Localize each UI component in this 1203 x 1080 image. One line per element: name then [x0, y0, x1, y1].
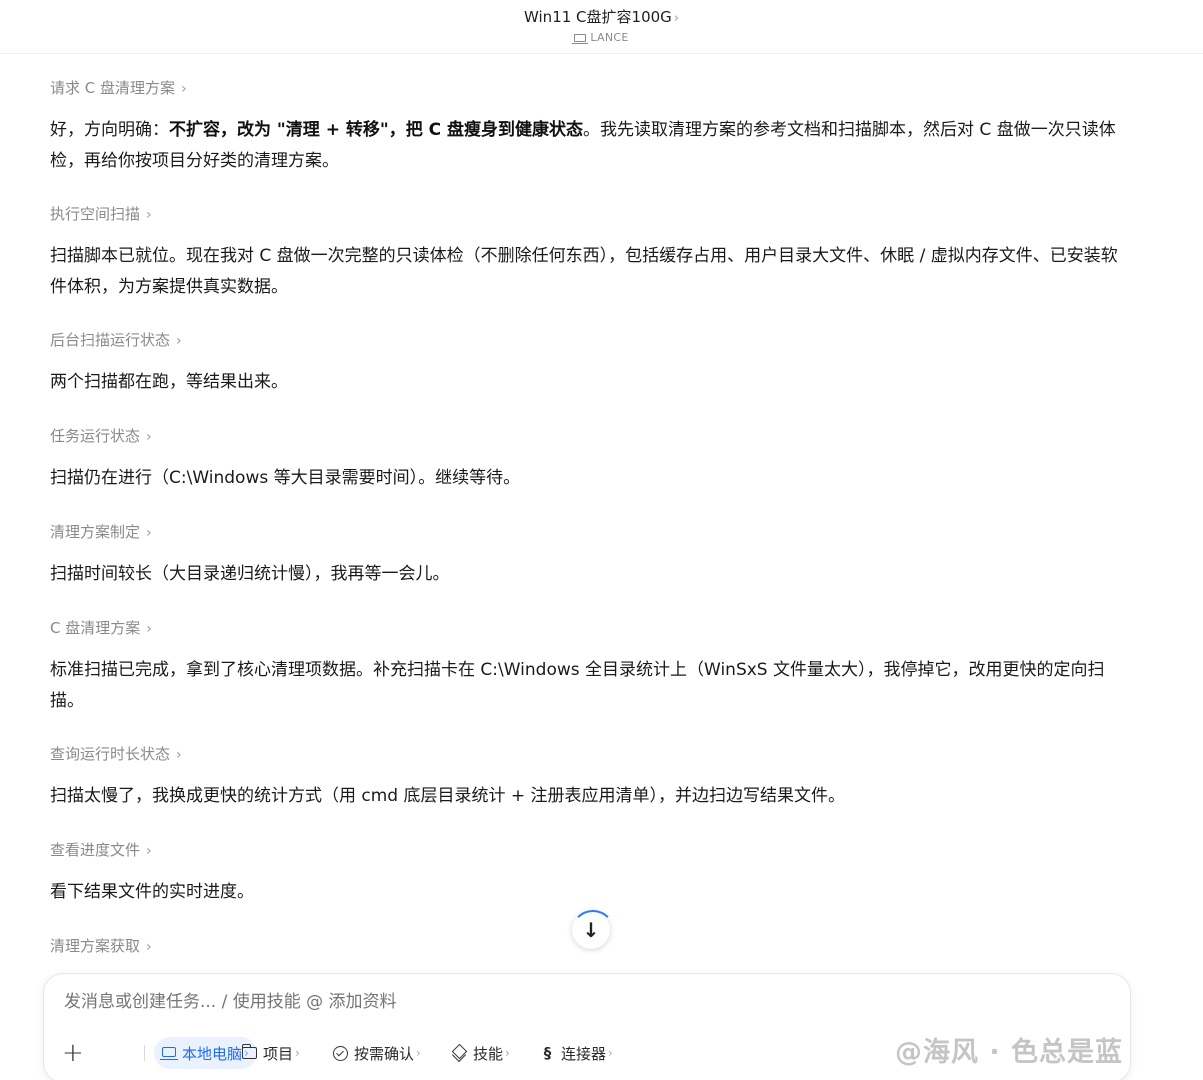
step-plan-making[interactable]: 清理方案制定 › — [50, 521, 152, 542]
assistant-message: 扫描仍在进行（C:\Windows 等大目录需要时间）。继续等待。 — [50, 468, 521, 488]
chevron-right-icon: › — [673, 11, 679, 26]
chevron-right-icon: › — [146, 525, 152, 541]
assistant-message: 两个扫描都在跑，等结果出来。 — [50, 372, 288, 392]
chevron-right-icon: › — [146, 939, 152, 955]
conversation-title[interactable]: Win11 C盘扩容100G › — [0, 6, 1203, 27]
chevron-right-icon: › — [176, 333, 182, 349]
conversation-title-text: Win11 C盘扩容100G — [524, 8, 672, 26]
laptop-icon — [572, 34, 589, 44]
watermark: @海风 · 色总是蓝 — [895, 1037, 1124, 1068]
chevron-right-icon: › — [295, 1046, 300, 1060]
step-label: 任务运行状态 — [50, 427, 141, 445]
arrow-down-icon: ↓ — [582, 918, 600, 942]
chevron-right-icon: › — [146, 843, 152, 859]
assistant-message: 扫描脚本已就位。现在我对 C 盘做一次完整的只读体检（不删除任何东西），包括缓存… — [50, 246, 1118, 297]
chevron-right-icon: › — [505, 1046, 510, 1060]
assistant-message: 扫描太慢了，我换成更快的统计方式（用 cmd 底层目录统计 + 注册表应用清单）… — [50, 786, 846, 806]
project-button[interactable]: 项目 › — [242, 1037, 300, 1069]
assistant-message: 标准扫描已完成，拿到了核心清理项数据。补充扫描卡在 C:\Windows 全目录… — [50, 660, 1105, 711]
step-label: 执行空间扫描 — [50, 205, 141, 223]
message-input[interactable] — [64, 992, 964, 1012]
step-query-runtime[interactable]: 查询运行时长状态 › — [50, 743, 182, 764]
step-c-drive-plan[interactable]: C 盘清理方案 › — [50, 617, 152, 638]
assistant-message: 扫描时间较长（大目录递归统计慢），我再等一会儿。 — [50, 564, 450, 584]
check-circle-icon — [333, 1045, 348, 1061]
chevron-right-icon: › — [146, 621, 152, 637]
step-run-scan[interactable]: 执行空间扫描 › — [50, 203, 152, 224]
step-task-status[interactable]: 任务运行状态 › — [50, 425, 152, 446]
device-label: LANCE — [0, 31, 1203, 44]
layers-icon — [452, 1046, 467, 1061]
chevron-right-icon: › — [176, 747, 182, 763]
step-get-plan[interactable]: 清理方案获取 › — [50, 935, 152, 956]
skills-label: 技能 — [473, 1044, 504, 1063]
connectors-label: 连接器 — [561, 1044, 607, 1063]
step-label: 后台扫描运行状态 — [50, 331, 171, 349]
step-label: 查询运行时长状态 — [50, 745, 171, 763]
chat-header: Win11 C盘扩容100G › LANCE — [0, 0, 1203, 54]
step-view-progress[interactable]: 查看进度文件 › — [50, 839, 152, 860]
skills-button[interactable]: 技能 › — [452, 1037, 510, 1069]
device-name: LANCE — [590, 31, 629, 44]
message-bold-text: 不扩容，改为 "清理 + 转移"，把 C 盘瘦身到健康状态 — [169, 120, 584, 140]
confirm-mode-button[interactable]: 按需确认 › — [333, 1037, 421, 1069]
local-computer-label: 本地电脑 — [182, 1044, 243, 1063]
step-label: C 盘清理方案 — [50, 619, 141, 637]
chevron-right-icon: › — [608, 1046, 613, 1060]
add-button[interactable]: + — [62, 1037, 84, 1069]
chevron-right-icon: › — [416, 1046, 421, 1060]
toolbar-divider — [144, 1045, 145, 1061]
laptop-icon — [160, 1047, 178, 1060]
step-label: 清理方案制定 — [50, 523, 141, 541]
scroll-to-bottom-button[interactable]: ↓ — [571, 910, 615, 949]
connector-icon: § — [543, 1043, 552, 1062]
step-request-cleanup[interactable]: 请求 C 盘清理方案 › — [50, 77, 187, 98]
confirm-mode-label: 按需确认 — [354, 1044, 415, 1063]
chevron-right-icon: › — [146, 429, 152, 445]
step-label: 查看进度文件 — [50, 841, 141, 859]
chevron-right-icon: › — [146, 207, 152, 223]
chevron-right-icon: › — [181, 81, 187, 97]
step-label: 清理方案获取 — [50, 937, 141, 955]
message-text: 好，方向明确： — [50, 120, 169, 140]
assistant-message: 看下结果文件的实时进度。 — [50, 882, 254, 902]
step-background-scan-status[interactable]: 后台扫描运行状态 › — [50, 329, 182, 350]
step-label: 请求 C 盘清理方案 — [50, 79, 176, 97]
project-label: 项目 — [263, 1044, 294, 1063]
folder-icon — [242, 1044, 257, 1059]
connectors-button[interactable]: § 连接器 › — [540, 1037, 613, 1069]
assistant-message: 好，方向明确：不扩容，改为 "清理 + 转移"，把 C 盘瘦身到健康状态。我先读… — [50, 115, 1125, 177]
